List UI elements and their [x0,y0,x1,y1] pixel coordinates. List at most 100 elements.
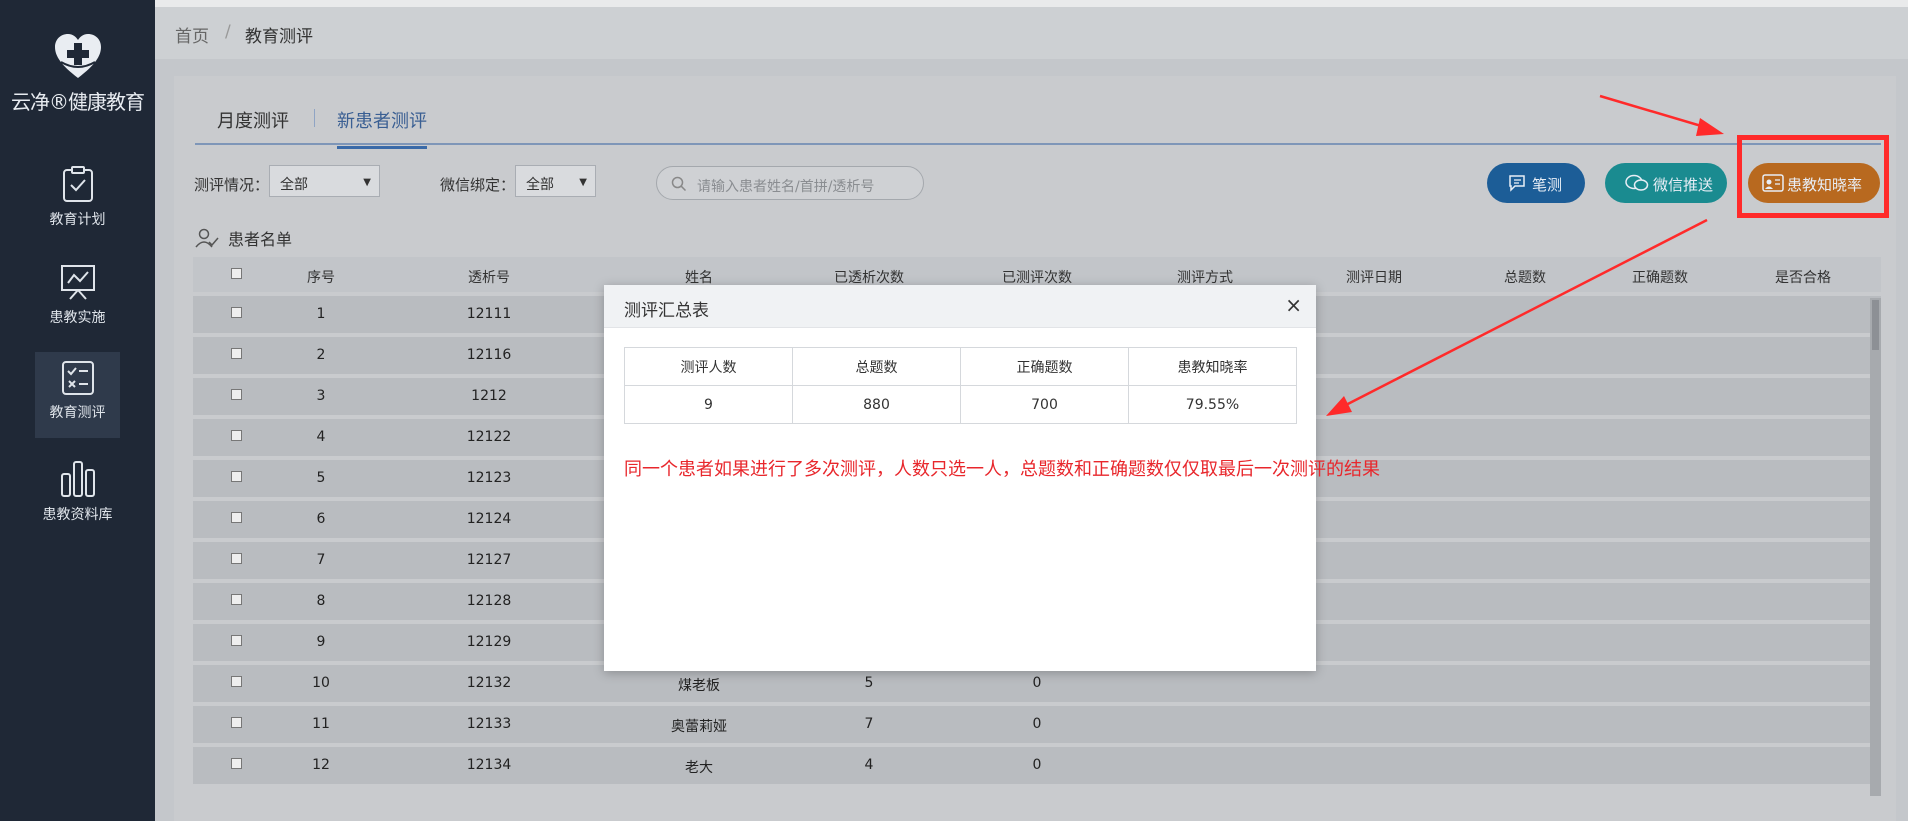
summary-header: 患教知晓率 [1128,347,1297,386]
cell-eval-count: 0 [1032,675,1042,691]
caret-down-icon: ▼ [579,177,587,188]
checklist-icon [61,361,94,395]
cell-dialysis-no: 12116 [466,347,512,363]
cell-no: 12 [312,757,330,773]
patient-list-title-text: 患者名单 [228,230,293,249]
cell-name: 奥蕾莉娅 [671,719,727,735]
summary-header: 正确题数 [960,347,1129,386]
cell-dialysis-no: 12124 [466,511,512,527]
col-header: 序号 [307,270,335,286]
summary-value: 700 [960,385,1129,424]
heart-cross-logo-icon [55,34,101,78]
sidebar-item-label: 教育测评 [49,405,106,421]
cell-no: 9 [316,634,326,650]
breadcrumb-separator: / [225,22,231,42]
col-header: 透析号 [468,270,510,286]
col-header: 测评方式 [1177,270,1233,286]
cell-name: 老大 [685,760,713,776]
cell-no: 8 [316,593,326,609]
summary-modal: 测评汇总表 × 测评人数 总题数 正确题数 患教知晓率 9 880 700 79… [604,285,1380,671]
wechat-filter-label: 微信绑定： [440,176,516,194]
search-placeholder: 请输入患者姓名/首拼/透析号 [697,179,875,195]
sidebar-item-label: 教育计划 [49,212,106,228]
row-checkbox[interactable] [231,389,242,400]
table-scrollbar[interactable] [1870,298,1881,796]
cell-eval-count: 0 [1032,757,1042,773]
row-checkbox[interactable] [231,676,242,687]
cell-dialysis-count: 4 [864,757,874,773]
row-checkbox[interactable] [231,635,242,646]
tab-divider [314,109,315,127]
col-header: 已透析次数 [834,270,904,286]
col-header: 是否合格 [1775,270,1831,286]
summary-value: 79.55% [1128,385,1297,424]
close-icon[interactable]: × [1285,295,1302,315]
caret-down-icon: ▼ [363,177,371,188]
col-header: 已测评次数 [1002,270,1072,286]
sidebar: 云净®健康教育 教育计划 患教实施 教育测评 患教资料库 [0,0,155,821]
col-header: 姓名 [685,270,713,286]
wechat-filter-select[interactable]: 全部 ▼ [515,165,596,197]
search-icon [671,176,687,192]
cell-dialysis-no: 12133 [466,716,512,732]
patient-list-title: 患者名单 [195,226,292,250]
row-checkbox[interactable] [231,430,242,441]
col-header: 正确题数 [1632,270,1688,286]
wechat-filter-value: 全部 [526,177,554,193]
row-checkbox[interactable] [231,471,242,482]
chat-doc-icon [1509,175,1525,192]
table-row: 12 12134 老大 4 0 [193,747,1881,784]
row-checkbox[interactable] [231,594,242,605]
tab-monthly-evaluation[interactable]: 月度测评 [217,107,289,133]
cell-dialysis-no: 12132 [466,675,512,691]
cell-dialysis-no: 12128 [466,593,512,609]
cell-dialysis-no: 12123 [466,470,512,486]
summary-header: 测评人数 [624,347,793,386]
cell-no: 5 [316,470,326,486]
row-checkbox[interactable] [231,758,242,769]
wechat-icon [1625,174,1649,191]
modal-header: 测评汇总表 × [604,285,1316,328]
breadcrumb-home-link[interactable]: 首页 [175,22,209,47]
annotation-note: 同一个患者如果进行了多次测评，人数只选一人，总题数和正确题数仅仅取最后一次测评的… [624,459,1380,480]
sidebar-item-label: 患教资料库 [42,507,113,523]
cell-name: 煤老板 [678,678,720,694]
summary-value: 880 [792,385,961,424]
sidebar-item-education-evaluation[interactable]: 教育测评 [35,352,120,438]
sidebar-item-label: 患教实施 [49,310,106,326]
modal-title: 测评汇总表 [624,301,709,321]
written-test-button[interactable]: 笔测 [1487,163,1585,203]
status-filter-label: 测评情况： [194,176,270,194]
sidebar-item-patient-education[interactable]: 患教实施 [35,263,120,349]
sidebar-item-education-plan[interactable]: 教育计划 [35,165,120,251]
cell-no: 1 [316,306,326,322]
brand-name: 云净®健康教育 [11,90,145,114]
clipboard-check-icon [62,166,93,202]
row-checkbox[interactable] [231,348,242,359]
cell-no: 3 [316,388,326,404]
row-checkbox[interactable] [231,307,242,318]
breadcrumb-current: 教育测评 [245,27,313,47]
row-checkbox[interactable] [231,553,242,564]
summary-value: 9 [624,385,793,424]
select-all-checkbox[interactable] [231,268,242,279]
summary-header: 总题数 [792,347,961,386]
cell-eval-count: 0 [1032,716,1042,732]
top-strip [155,0,1908,7]
summary-table: 测评人数 总题数 正确题数 患教知晓率 9 880 700 79.55% [624,347,1297,424]
cell-dialysis-no: 1212 [471,388,507,404]
row-checkbox[interactable] [231,512,242,523]
row-checkbox[interactable] [231,717,242,728]
search-input[interactable]: 请输入患者姓名/首拼/透析号 [656,166,924,200]
table-scrollbar-thumb[interactable] [1872,300,1879,350]
breadcrumb: 首页 / 教育测评 [155,7,1908,59]
cell-no: 7 [316,552,326,568]
cell-no: 6 [316,511,326,527]
tab-new-patient-evaluation[interactable]: 新患者测评 [337,107,427,149]
cell-dialysis-count: 5 [864,675,874,691]
status-filter-select[interactable]: 全部 ▼ [269,165,380,197]
sidebar-item-material-library[interactable]: 患教资料库 [35,460,120,546]
cell-dialysis-no: 12127 [466,552,512,568]
cell-dialysis-no: 12111 [466,306,512,322]
wechat-push-button[interactable]: 微信推送 [1605,163,1727,203]
